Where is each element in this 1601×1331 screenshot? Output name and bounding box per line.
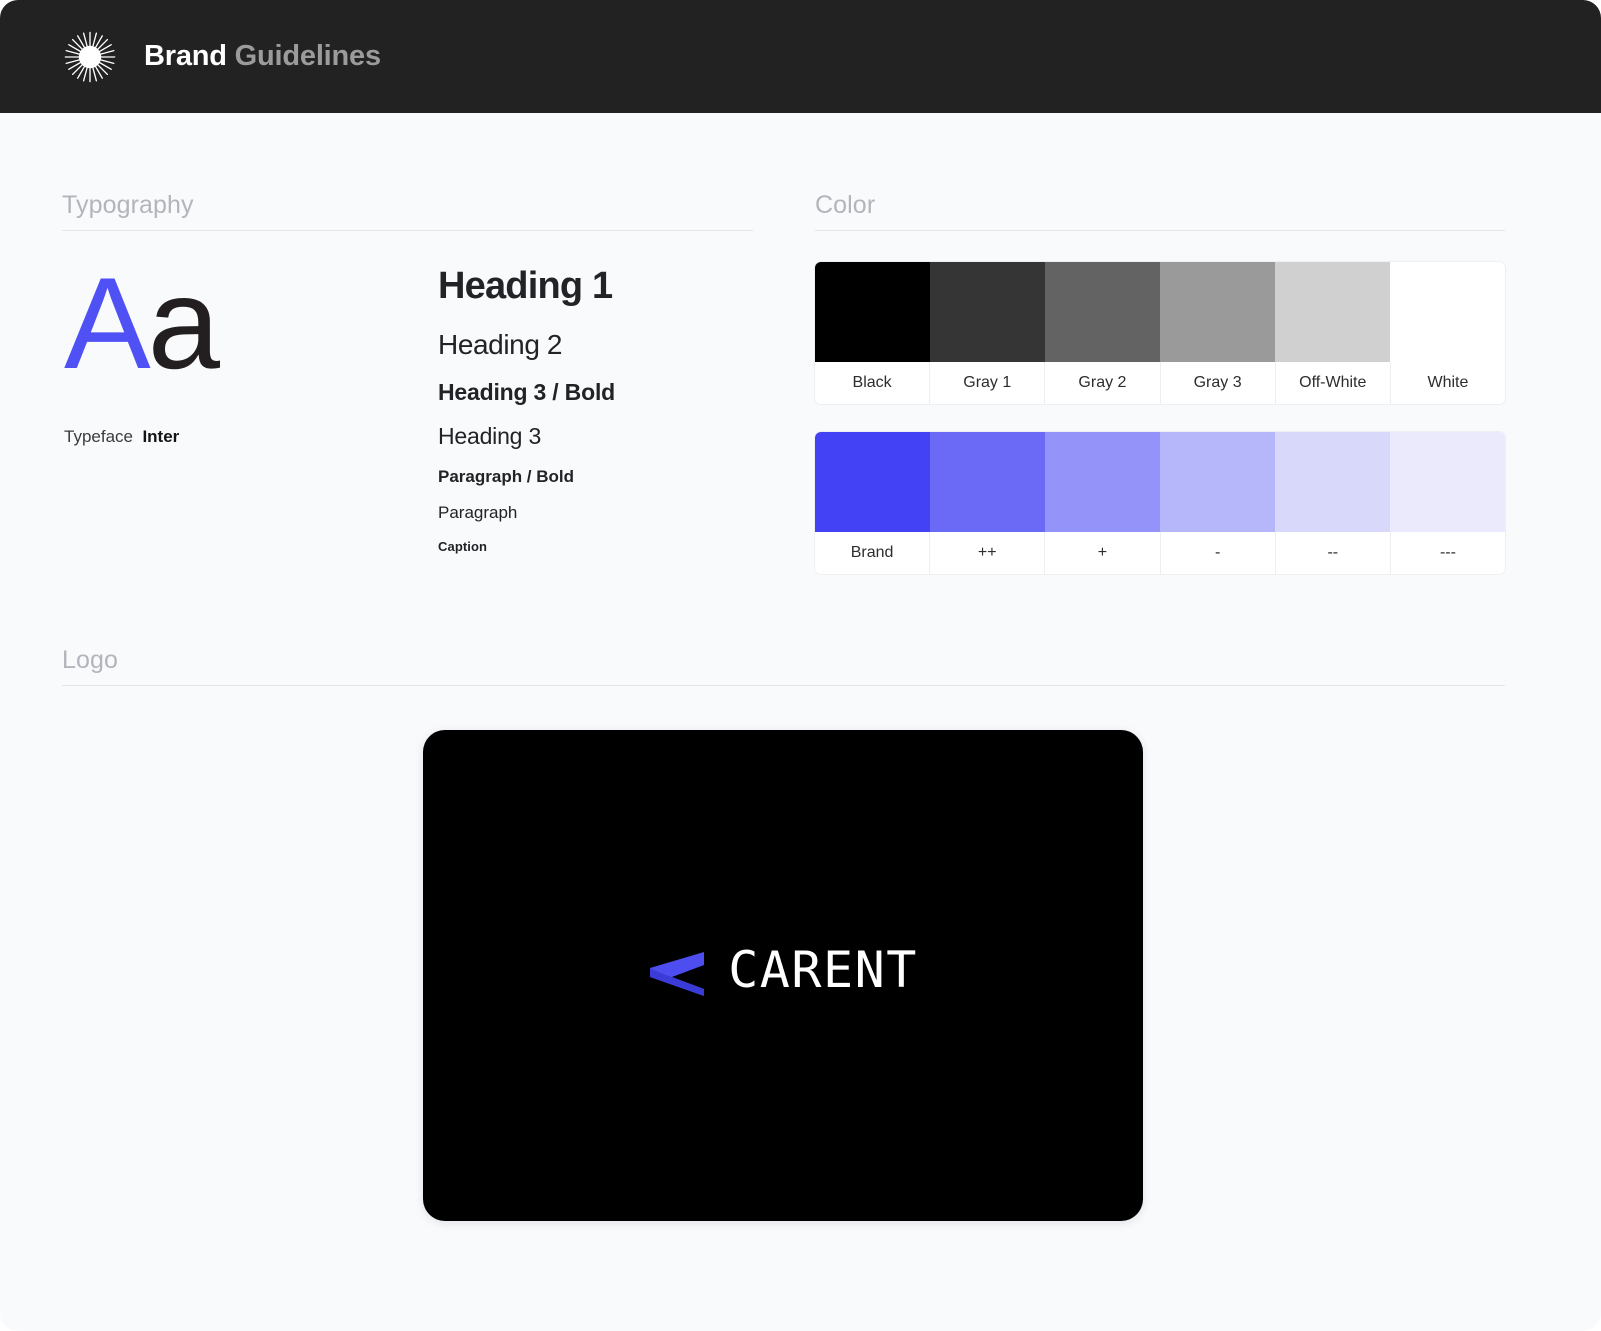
swatch-label-black: Black — [852, 374, 892, 391]
swatch-gray-3[interactable] — [1160, 262, 1275, 362]
swatch-brand-plus-1[interactable] — [1045, 432, 1160, 532]
swatch-brand-plus-2[interactable] — [930, 432, 1045, 532]
type-sample-heading-3-bold: Heading 3 / Bold — [438, 379, 615, 405]
section-heading-typography: Typography — [62, 191, 194, 219]
swatch-brand-minus-1[interactable] — [1160, 432, 1275, 532]
palette-brand: Brand ++ + - -- --- — [815, 432, 1505, 574]
swatch-label-brand-plus-1: + — [1044, 532, 1159, 574]
section-heading-logo: Logo — [62, 646, 119, 674]
page-title: Brand Guidelines — [144, 40, 381, 73]
swatch-label-white: White — [1389, 362, 1505, 404]
swatch-label-brand-minus-3: --- — [1389, 532, 1505, 574]
title-secondary-space — [227, 40, 235, 72]
typeface-specimen: Aa — [64, 258, 220, 388]
type-sample-caption: Caption — [438, 539, 488, 554]
logo-wordmark: CARENT — [728, 940, 918, 999]
swatch-off-white[interactable] — [1275, 262, 1390, 362]
swatch-white[interactable] — [1390, 262, 1505, 362]
palette-neutral: Black Gray 1 Gray 2 Gray 3 Off-White Whi… — [815, 262, 1505, 404]
section-divider-logo — [62, 685, 1505, 686]
title-secondary: Guidelines — [234, 40, 381, 72]
specimen-uppercase: A — [64, 250, 151, 396]
section-divider-color — [815, 230, 1505, 231]
chevron-left-icon — [648, 944, 705, 996]
swatch-gray-2[interactable] — [1045, 262, 1160, 362]
palette-neutral-swatches — [815, 262, 1505, 362]
swatch-label-brand-plus-2: ++ — [929, 532, 1044, 574]
starburst-icon — [62, 29, 118, 85]
logo-preview-card: CARENT — [423, 730, 1143, 1221]
type-sample-heading-2: Heading 2 — [438, 329, 563, 360]
swatch-label-brand-minus-2: -- — [1274, 532, 1390, 574]
specimen-lowercase: a — [147, 250, 220, 396]
swatch-label-gray-2: Gray 2 — [1044, 362, 1159, 404]
app-header: Brand Guidelines — [0, 0, 1601, 113]
type-sample-paragraph: Paragraph — [438, 503, 518, 522]
swatch-label-brand: Brand — [850, 544, 894, 561]
palette-brand-labels: Brand ++ + - -- --- — [815, 532, 1505, 574]
logo-lockup: CARENT — [648, 944, 918, 996]
typeface-value: Inter — [142, 427, 180, 446]
brand-guidelines-page: Brand Guidelines Typography Aa Typeface … — [0, 0, 1601, 1331]
type-sample-heading-3: Heading 3 — [438, 423, 542, 449]
swatch-gray-1[interactable] — [930, 262, 1045, 362]
swatch-label-gray-3: Gray 3 — [1159, 362, 1275, 404]
palette-neutral-labels: Black Gray 1 Gray 2 Gray 3 Off-White Whi… — [815, 362, 1505, 404]
title-primary: Brand — [144, 40, 227, 72]
swatch-label-off-white: Off-White — [1274, 362, 1390, 404]
type-scale-list: Heading 1 Heading 2 Heading 3 / Bold Hea… — [438, 265, 778, 554]
swatch-brand-minus-3[interactable] — [1390, 432, 1505, 532]
typeface-row: Typeface Inter — [64, 427, 179, 447]
swatch-label-gray-1: Gray 1 — [929, 362, 1044, 404]
section-heading-color: Color — [815, 191, 876, 219]
typeface-label: Typeface — [64, 427, 133, 446]
type-sample-heading-1: Heading 1 — [438, 265, 613, 307]
palette-brand-swatches — [815, 432, 1505, 532]
swatch-black[interactable] — [815, 262, 930, 362]
swatch-brand[interactable] — [815, 432, 930, 532]
type-sample-paragraph-bold: Paragraph / Bold — [438, 467, 575, 486]
swatch-label-brand-minus-1: - — [1159, 532, 1275, 574]
swatch-brand-minus-2[interactable] — [1275, 432, 1390, 532]
section-divider-typography — [62, 230, 753, 231]
